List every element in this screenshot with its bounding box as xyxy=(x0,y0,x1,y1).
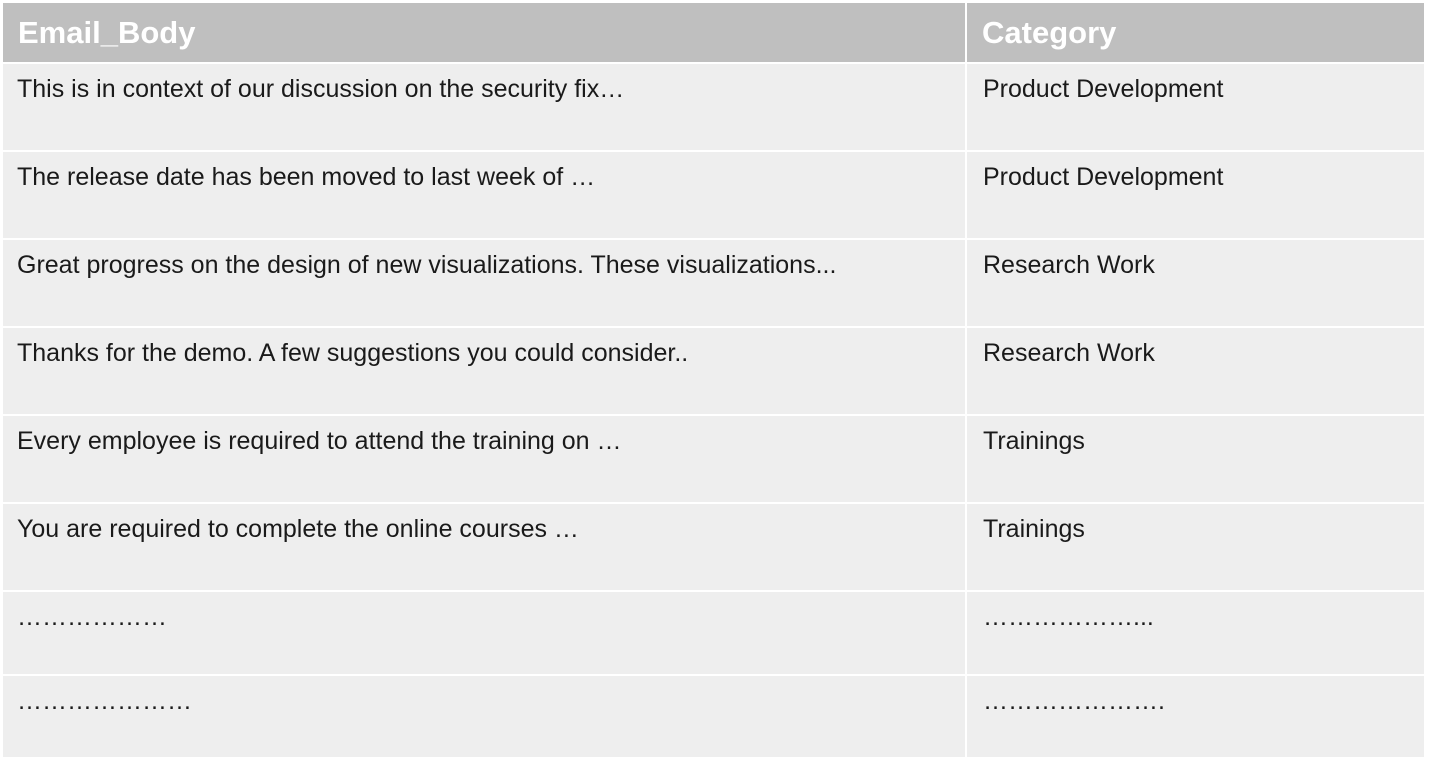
email-body-cell: You are required to complete the online … xyxy=(3,504,965,590)
email-body-cell: This is in context of our discussion on … xyxy=(3,64,965,150)
email-body-cell: Thanks for the demo. A few suggestions y… xyxy=(3,328,965,414)
category-cell: …………………. xyxy=(967,676,1424,757)
category-cell: Research Work xyxy=(967,328,1424,414)
category-cell: Product Development xyxy=(967,152,1424,238)
category-cell: Research Work xyxy=(967,240,1424,326)
category-cell: Trainings xyxy=(967,504,1424,590)
email-body-cell: The release date has been moved to last … xyxy=(3,152,965,238)
email-category-table: Email_Body Category This is in context o… xyxy=(3,3,1424,760)
category-cell: Trainings xyxy=(967,416,1424,502)
column-header-email-body: Email_Body xyxy=(3,3,965,62)
email-body-cell: ………………… xyxy=(3,676,965,757)
email-body-cell: ……………… xyxy=(3,592,965,674)
email-body-cell: Great progress on the design of new visu… xyxy=(3,240,965,326)
category-cell: Product Development xyxy=(967,64,1424,150)
email-body-cell: Every employee is required to attend the… xyxy=(3,416,965,502)
category-cell: ………………... xyxy=(967,592,1424,674)
column-header-category: Category xyxy=(967,3,1424,62)
